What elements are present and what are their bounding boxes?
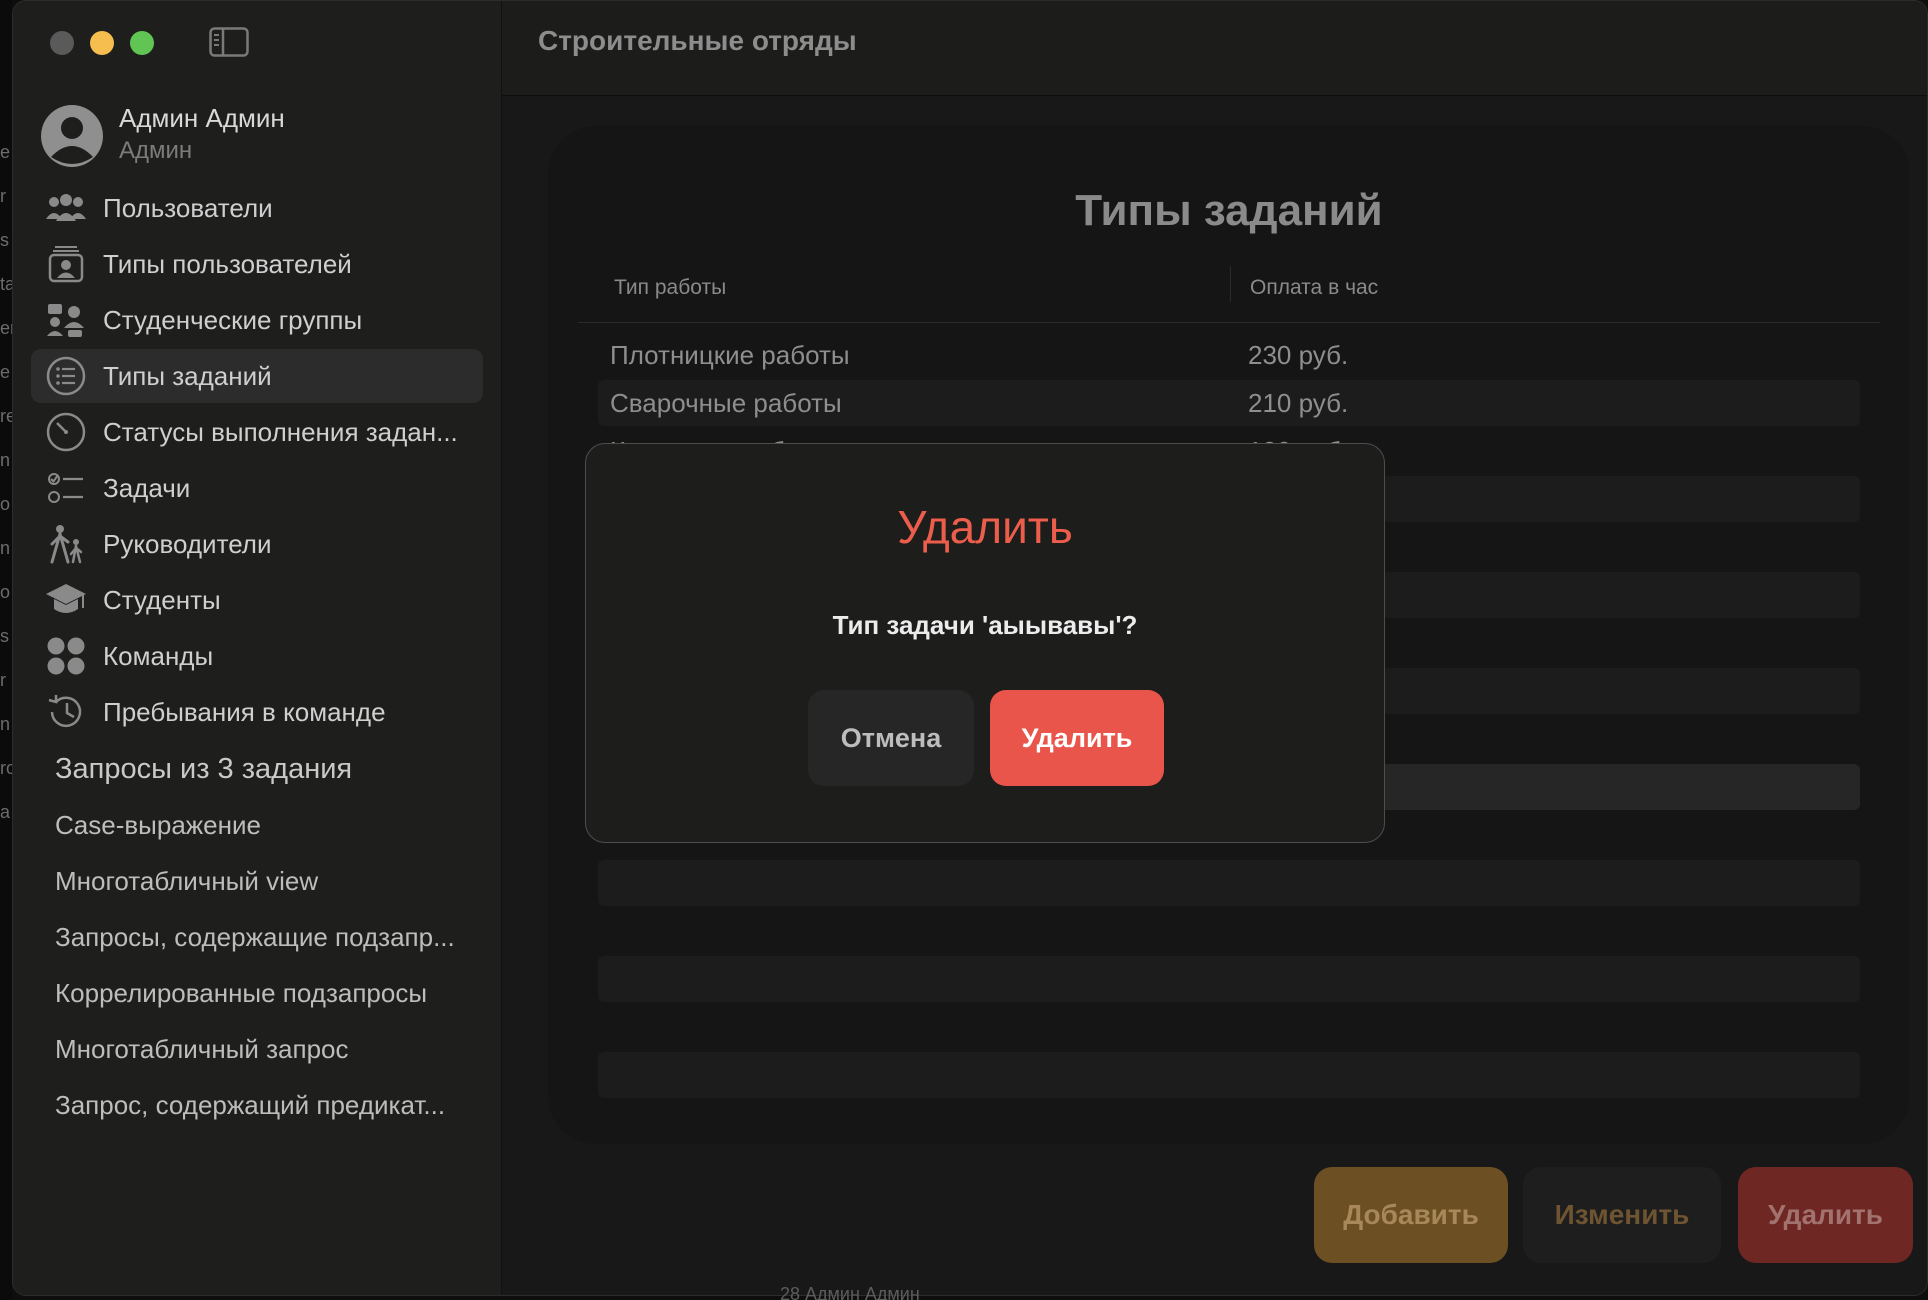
sidebar: Админ Админ Админ Пользователи Типы поль… [13, 1, 502, 1295]
table-row[interactable]: Плотницкие работы 230 руб. [598, 332, 1860, 378]
column-header-work-type[interactable]: Тип работы [614, 276, 726, 300]
background-window-edge: e r s ta er e re n o n o s r n ro a [0, 0, 12, 1300]
gauge-icon [45, 411, 87, 453]
confirm-delete-button[interactable]: Удалить [990, 690, 1164, 786]
delete-button[interactable]: Удалить [1738, 1167, 1913, 1263]
sidebar-item-label: Руководители [103, 528, 272, 559]
edge-fragment: n [0, 450, 11, 470]
sidebar-item-tasks[interactable]: Задачи [31, 461, 483, 515]
column-header-hourly-pay[interactable]: Оплата в час [1250, 276, 1378, 300]
edge-fragment: ro [0, 758, 12, 778]
minimize-window-button[interactable] [90, 31, 114, 55]
table-row-empty [598, 956, 1860, 1002]
sidebar-item-label: Типы пользователей [103, 248, 352, 279]
sidebar-item-task-statuses[interactable]: Статусы выполнения задан... [31, 405, 483, 459]
edge-fragment: s [0, 626, 9, 646]
delete-confirmation-dialog: Удалить Тип задачи 'аыывавы'? Отмена Уда… [585, 443, 1385, 843]
sidebar-item-label: Пользователи [103, 192, 273, 223]
edge-fragment: er [0, 318, 12, 338]
person-badge-icon [45, 243, 87, 285]
user-profile[interactable]: Админ Админ Админ [41, 101, 481, 171]
sidebar-query-predicate[interactable]: Запрос, содержащий предикат... [31, 1077, 471, 1133]
group-icon [45, 299, 87, 341]
sidebar-query-correlated-subqueries[interactable]: Коррелированные подзапросы [31, 965, 471, 1021]
sidebar-item-teams[interactable]: Команды [31, 629, 483, 683]
close-window-button[interactable] [50, 31, 74, 55]
edge-fragment: n [0, 538, 11, 558]
table-row-empty [598, 1052, 1860, 1098]
sidebar-item-task-types[interactable]: Типы заданий [31, 349, 483, 403]
column-divider [1230, 266, 1231, 302]
cell-work-type: Плотницкие работы [610, 340, 850, 370]
sidebar-item-label: Команды [103, 640, 214, 671]
app-window: Админ Админ Админ Пользователи Типы поль… [12, 0, 1928, 1296]
list-circle-icon [45, 355, 87, 397]
edge-fragment: re [0, 406, 12, 426]
sidebar-toggle-icon[interactable] [209, 27, 249, 57]
sidebar-query-case-expression[interactable]: Case-выражение [31, 797, 471, 853]
dialog-message: Тип задачи 'аыывавы'? [832, 610, 1138, 640]
dialog-title: Удалить [897, 501, 1073, 553]
graduation-cap-icon [45, 579, 87, 621]
edge-fragment: o [0, 582, 11, 602]
history-icon [45, 691, 87, 733]
edge-fragment: ta [0, 274, 12, 294]
maximize-window-button[interactable] [130, 31, 154, 55]
avatar [41, 105, 103, 167]
header-divider [578, 322, 1880, 323]
circles-grid-icon [45, 635, 87, 677]
profile-name: Админ Админ [119, 103, 285, 133]
sidebar-item-user-types[interactable]: Типы пользователей [31, 237, 483, 291]
edge-fragment: e [0, 142, 11, 162]
sidebar-item-label: Статусы выполнения задан... [103, 416, 458, 447]
table-row[interactable]: Сварочные работы 210 руб. [598, 380, 1860, 426]
sidebar-query-subqueries[interactable]: Запросы, содержащие подзапр... [31, 909, 471, 965]
sidebar-item-label: Типы заданий [103, 360, 272, 391]
people-icon [45, 187, 87, 229]
sidebar-query-multitable-view[interactable]: Многотабличный view [31, 853, 471, 909]
sidebar-item-team-stays[interactable]: Пребывания в команде [31, 685, 483, 739]
page-title: Типы заданий [1075, 186, 1383, 235]
titlebar: Строительные отряды [502, 1, 1927, 96]
cell-hourly-pay: 210 руб. [1248, 388, 1349, 418]
edge-fragment: s [0, 230, 9, 250]
edit-button[interactable]: Изменить [1523, 1167, 1721, 1263]
cell-hourly-pay: 230 руб. [1248, 340, 1349, 370]
cancel-button[interactable]: Отмена [808, 690, 974, 786]
sidebar-item-users[interactable]: Пользователи [31, 181, 483, 235]
sidebar-item-student-groups[interactable]: Студенческие группы [31, 293, 483, 347]
edge-fragment: o [0, 494, 11, 514]
sidebar-query-multitable-query[interactable]: Многотабличный запрос [31, 1021, 471, 1077]
edge-fragment: e [0, 362, 11, 382]
checklist-icon [45, 467, 87, 509]
sidebar-item-students[interactable]: Студенты [31, 573, 483, 627]
sidebar-item-label: Студенты [103, 584, 221, 615]
sidebar-item-label: Задачи [103, 472, 191, 503]
figure-walk-icon [45, 523, 87, 565]
sidebar-item-label: Пребывания в команде [103, 696, 386, 727]
sidebar-item-label: Студенческие группы [103, 304, 363, 335]
edge-fragment: n [0, 714, 11, 734]
sidebar-item-supervisors[interactable]: Руководители [31, 517, 483, 571]
background-window-row: 28 Админ Админ [780, 1284, 920, 1300]
edge-fragment: a [0, 802, 11, 822]
window-title: Строительные отряды [538, 25, 857, 56]
add-button[interactable]: Добавить [1314, 1167, 1508, 1263]
edge-fragment: r [0, 670, 6, 690]
cell-work-type: Сварочные работы [610, 388, 842, 418]
sidebar-section-title: Запросы из 3 задания [55, 752, 353, 785]
profile-role: Админ [119, 137, 193, 164]
edge-fragment: r [0, 186, 6, 206]
sidebar-nav: Пользователи Типы пользователей Студенче… [31, 181, 483, 1133]
table-row-empty [598, 860, 1860, 906]
